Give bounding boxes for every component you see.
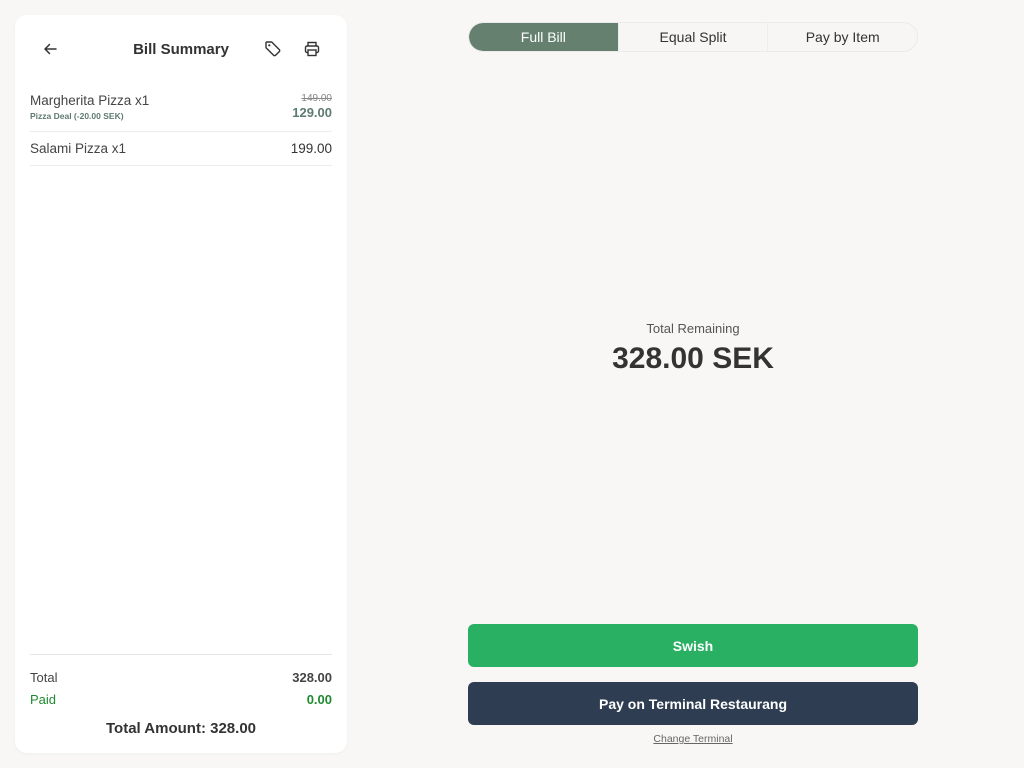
item-deal-label: Pizza Deal (-20.00 SEK) bbox=[30, 111, 124, 121]
item-name: Salami Pizza x1 bbox=[30, 141, 127, 156]
print-button[interactable] bbox=[297, 34, 327, 64]
tag-icon bbox=[265, 41, 281, 57]
tab-full-bill[interactable]: Full Bill bbox=[469, 23, 619, 51]
change-terminal-link[interactable]: Change Terminal bbox=[468, 733, 918, 745]
total-value: 328.00 bbox=[292, 670, 332, 685]
total-row: Total 328.00 bbox=[30, 670, 332, 692]
pay-terminal-button[interactable]: Pay on Terminal Restaurang bbox=[468, 682, 918, 725]
bill-item[interactable]: Margherita Pizza x1 Pizza Deal (-20.00 S… bbox=[30, 85, 332, 132]
tab-pay-by-item[interactable]: Pay by Item bbox=[768, 23, 917, 51]
payment-mode-tabs: Full Bill Equal Split Pay by Item bbox=[468, 22, 918, 52]
total-label: Total bbox=[30, 670, 58, 685]
discount-button[interactable] bbox=[258, 34, 288, 64]
remaining-amount: 328.00 SEK bbox=[612, 342, 774, 375]
paid-label: Paid bbox=[30, 692, 57, 707]
swish-button[interactable]: Swish bbox=[468, 624, 918, 667]
remaining-label: Total Remaining bbox=[646, 321, 740, 336]
item-discounted-price: 129.00 bbox=[292, 105, 332, 120]
item-price: 199.00 bbox=[290, 141, 332, 156]
bill-totals: Total 328.00 Paid 0.00 bbox=[30, 654, 332, 714]
item-original-price: 149.00 bbox=[301, 93, 332, 104]
tab-equal-split[interactable]: Equal Split bbox=[619, 23, 769, 51]
item-name: Margherita Pizza x1 bbox=[30, 93, 150, 108]
total-amount: Total Amount: 328.00 bbox=[105, 720, 257, 737]
printer-icon bbox=[304, 41, 320, 57]
paid-row: Paid 0.00 bbox=[30, 692, 332, 714]
bill-item[interactable]: Salami Pizza x1 199.00 bbox=[30, 132, 332, 166]
bill-summary-panel: Bill Summary Margherita Pizza x1 Pizza D… bbox=[15, 15, 347, 753]
bill-header: Bill Summary bbox=[15, 15, 347, 83]
bill-items-list: Margherita Pizza x1 Pizza Deal (-20.00 S… bbox=[30, 85, 332, 166]
paid-value: 0.00 bbox=[306, 692, 332, 707]
